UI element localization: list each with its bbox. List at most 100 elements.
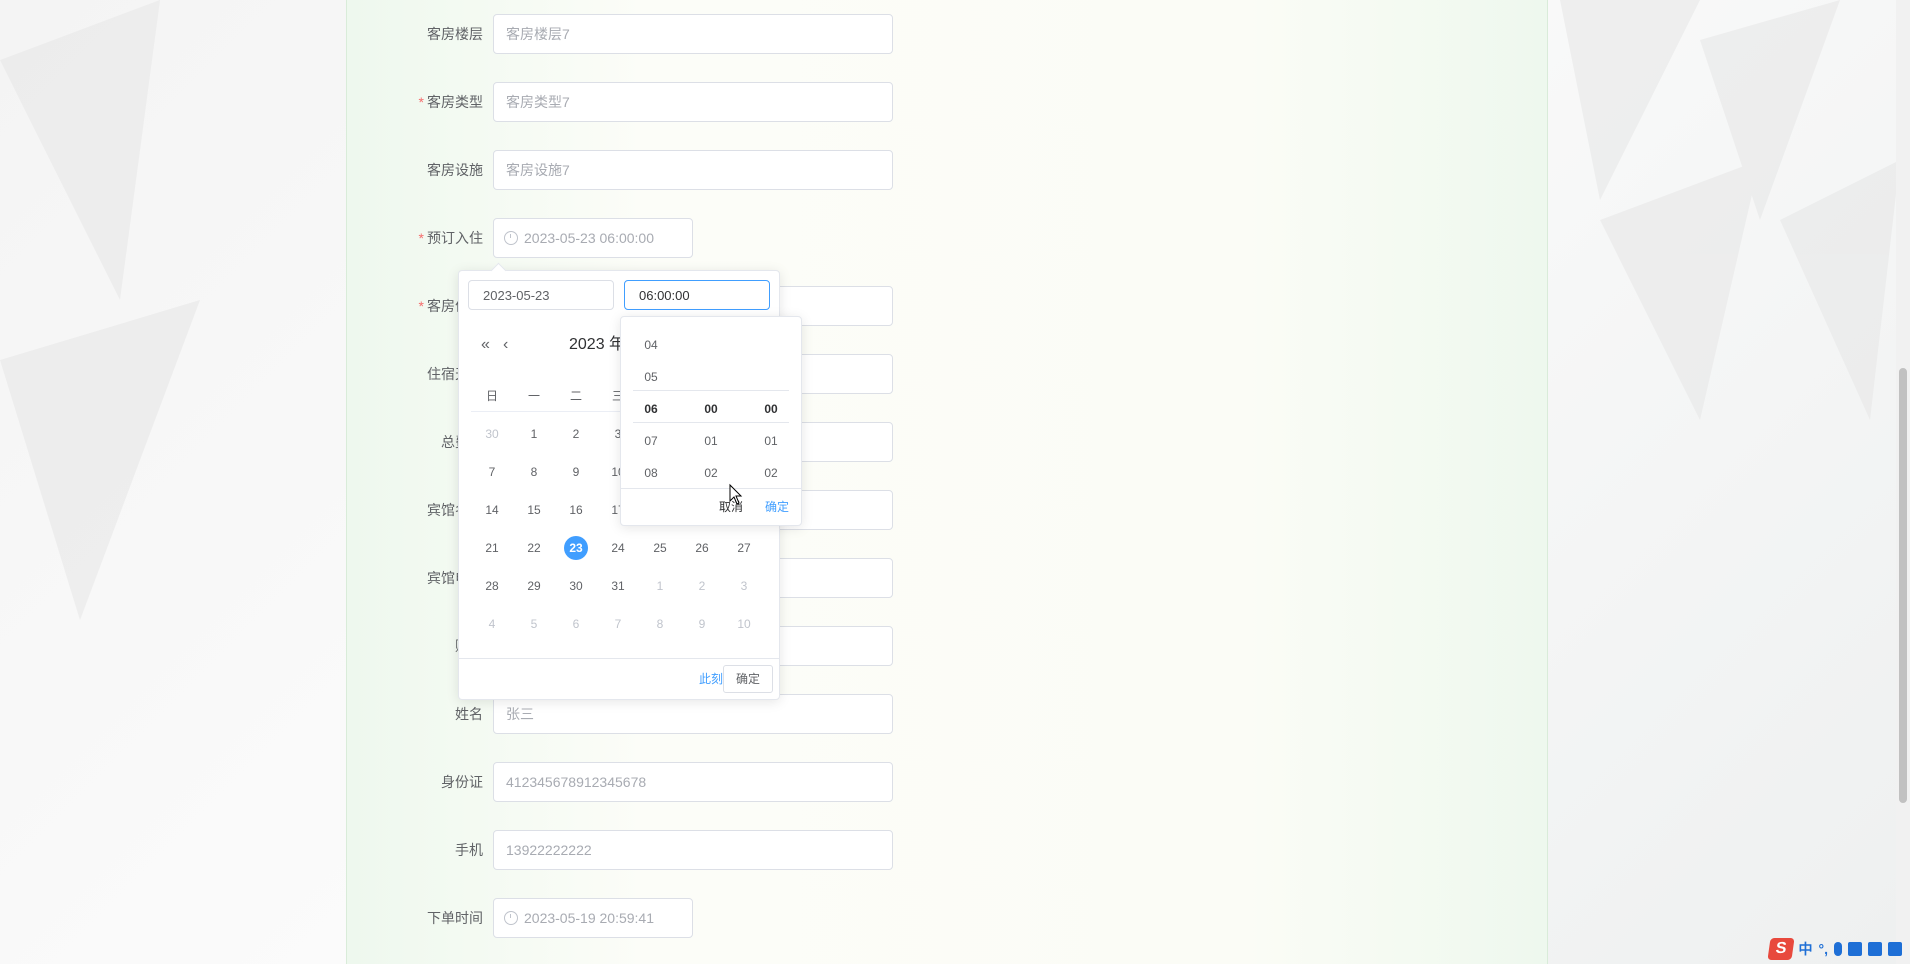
picker-time-input[interactable]: 06:00:00 [624, 280, 770, 310]
input-value: 客房楼层7 [506, 26, 570, 42]
ime-keyboard-icon[interactable] [1848, 942, 1862, 956]
text-input[interactable]: 张三 [493, 694, 893, 734]
picker-date-input[interactable]: 2023-05-23 [468, 280, 614, 310]
field-label: 手机 [383, 830, 483, 870]
prev-year-icon[interactable]: « [481, 333, 490, 357]
input-value: 2023-05-19 20:59:41 [524, 910, 654, 926]
spinner-item[interactable]: 03 [621, 317, 681, 329]
calendar-day[interactable]: 3 [723, 571, 765, 601]
scrollbar-thumb[interactable] [1899, 368, 1907, 803]
input-value: 412345678912345678 [506, 774, 647, 790]
calendar-day[interactable]: 24 [597, 533, 639, 563]
weekday-label: 二 [569, 389, 582, 403]
calendar-day[interactable]: 1 [513, 419, 555, 449]
picker-footer: 此刻 确定 [459, 658, 779, 699]
calendar-day[interactable]: 30 [555, 571, 597, 601]
calendar-day[interactable]: 2 [555, 419, 597, 449]
spinner-item[interactable]: 04 [621, 329, 681, 361]
day-number: 27 [737, 541, 751, 555]
ime-menu-icon[interactable] [1888, 942, 1902, 956]
calendar-day[interactable]: 5 [513, 609, 555, 639]
spinner-divider [633, 422, 789, 423]
spinner-item[interactable]: 01 [681, 425, 741, 457]
text-input[interactable]: 13922222222 [493, 830, 893, 870]
calendar-day[interactable]: 8 [513, 457, 555, 487]
spinner-item[interactable]: 07 [621, 425, 681, 457]
spinner-item[interactable]: 02 [741, 457, 801, 489]
now-button[interactable]: 此刻 [699, 669, 723, 689]
spinner-item[interactable]: 00 [741, 393, 801, 425]
calendar-day[interactable]: 6 [555, 609, 597, 639]
calendar-day[interactable]: 9 [681, 609, 723, 639]
spinner-confirm-button[interactable]: 确定 [765, 497, 789, 517]
field-label-text: 姓名 [455, 706, 483, 722]
field-label-text: 手机 [455, 842, 483, 858]
day-number: 31 [611, 579, 625, 593]
calendar-day[interactable]: 10 [723, 609, 765, 639]
calendar-day[interactable]: 9 [555, 457, 597, 487]
datetime-input[interactable]: 2023-05-19 20:59:41 [493, 898, 693, 938]
ime-language-toggle[interactable]: 中 [1799, 938, 1813, 960]
day-number: 7 [614, 617, 622, 631]
calendar-day[interactable]: 7 [471, 457, 513, 487]
text-input[interactable]: 412345678912345678 [493, 762, 893, 802]
day-number: 6 [572, 617, 580, 631]
ime-skin-icon[interactable] [1868, 942, 1882, 956]
calendar-day[interactable]: 29 [513, 571, 555, 601]
second-column[interactable]: 00 01 02 [741, 317, 801, 489]
calendar-day[interactable]: 14 [471, 495, 513, 525]
prev-month-icon[interactable]: ‹ [503, 333, 508, 357]
day-number: 30 [485, 427, 499, 441]
text-input[interactable]: 客房设施7 [493, 150, 893, 190]
calendar-day[interactable]: 27 [723, 533, 765, 563]
datetime-input[interactable]: 2023-05-23 06:00:00 [493, 218, 693, 258]
text-input[interactable]: 客房类型7 [493, 82, 893, 122]
calendar-day[interactable]: 30 [471, 419, 513, 449]
calendar-day[interactable]: 22 [513, 533, 555, 563]
ime-logo-icon[interactable]: S [1766, 938, 1795, 960]
spinner-item[interactable]: 06 [621, 393, 681, 425]
mouse-cursor-icon [729, 483, 743, 505]
calendar-day[interactable]: 26 [681, 533, 723, 563]
day-number: 23 [564, 536, 588, 560]
ime-toolbar: S 中 °, [1766, 938, 1902, 960]
calendar-day[interactable]: 21 [471, 533, 513, 563]
calendar-day[interactable]: 16 [555, 495, 597, 525]
spinner-item[interactable]: 01 [741, 425, 801, 457]
spinner-item[interactable]: 00 [681, 393, 741, 425]
clock-icon [504, 911, 518, 925]
day-number: 30 [569, 579, 583, 593]
hour-column[interactable]: 030405060708 [621, 317, 681, 489]
required-marker: * [418, 230, 424, 246]
ime-mic-icon[interactable] [1834, 942, 1842, 956]
text-input[interactable]: 客房楼层7 [493, 14, 893, 54]
calendar-day[interactable]: 15 [513, 495, 555, 525]
calendar-day[interactable]: 2 [681, 571, 723, 601]
picker-ok-button[interactable]: 确定 [723, 665, 773, 693]
spinner-item[interactable]: 05 [621, 361, 681, 393]
field-label-text: 客房楼层 [427, 26, 483, 42]
field-label: * 预订入住 [383, 218, 483, 258]
day-number: 1 [530, 427, 538, 441]
day-number: 29 [527, 579, 541, 593]
weekday-label: 日 [485, 389, 498, 403]
field-label: 客房设施 [383, 150, 483, 190]
minute-column[interactable]: 00 01 02 [681, 317, 741, 489]
required-marker: * [418, 94, 424, 110]
calendar-day[interactable]: 31 [597, 571, 639, 601]
day-number: 21 [485, 541, 499, 555]
ime-punctuation-icon[interactable]: °, [1819, 938, 1829, 960]
calendar-day[interactable]: 8 [639, 609, 681, 639]
calendar-day[interactable]: 7 [597, 609, 639, 639]
calendar-day[interactable]: 28 [471, 571, 513, 601]
spinner-footer: 取消 确定 [621, 488, 801, 525]
field-label: 姓名 [383, 694, 483, 734]
calendar-day[interactable]: 4 [471, 609, 513, 639]
calendar-day[interactable]: 25 [639, 533, 681, 563]
calendar-day[interactable]: 23 [555, 533, 597, 563]
weekday-label: 一 [527, 389, 540, 403]
calendar-day[interactable]: 1 [639, 571, 681, 601]
spinner-item[interactable]: 08 [621, 457, 681, 489]
day-number: 8 [530, 465, 538, 479]
page-scrollbar[interactable] [1896, 0, 1910, 964]
